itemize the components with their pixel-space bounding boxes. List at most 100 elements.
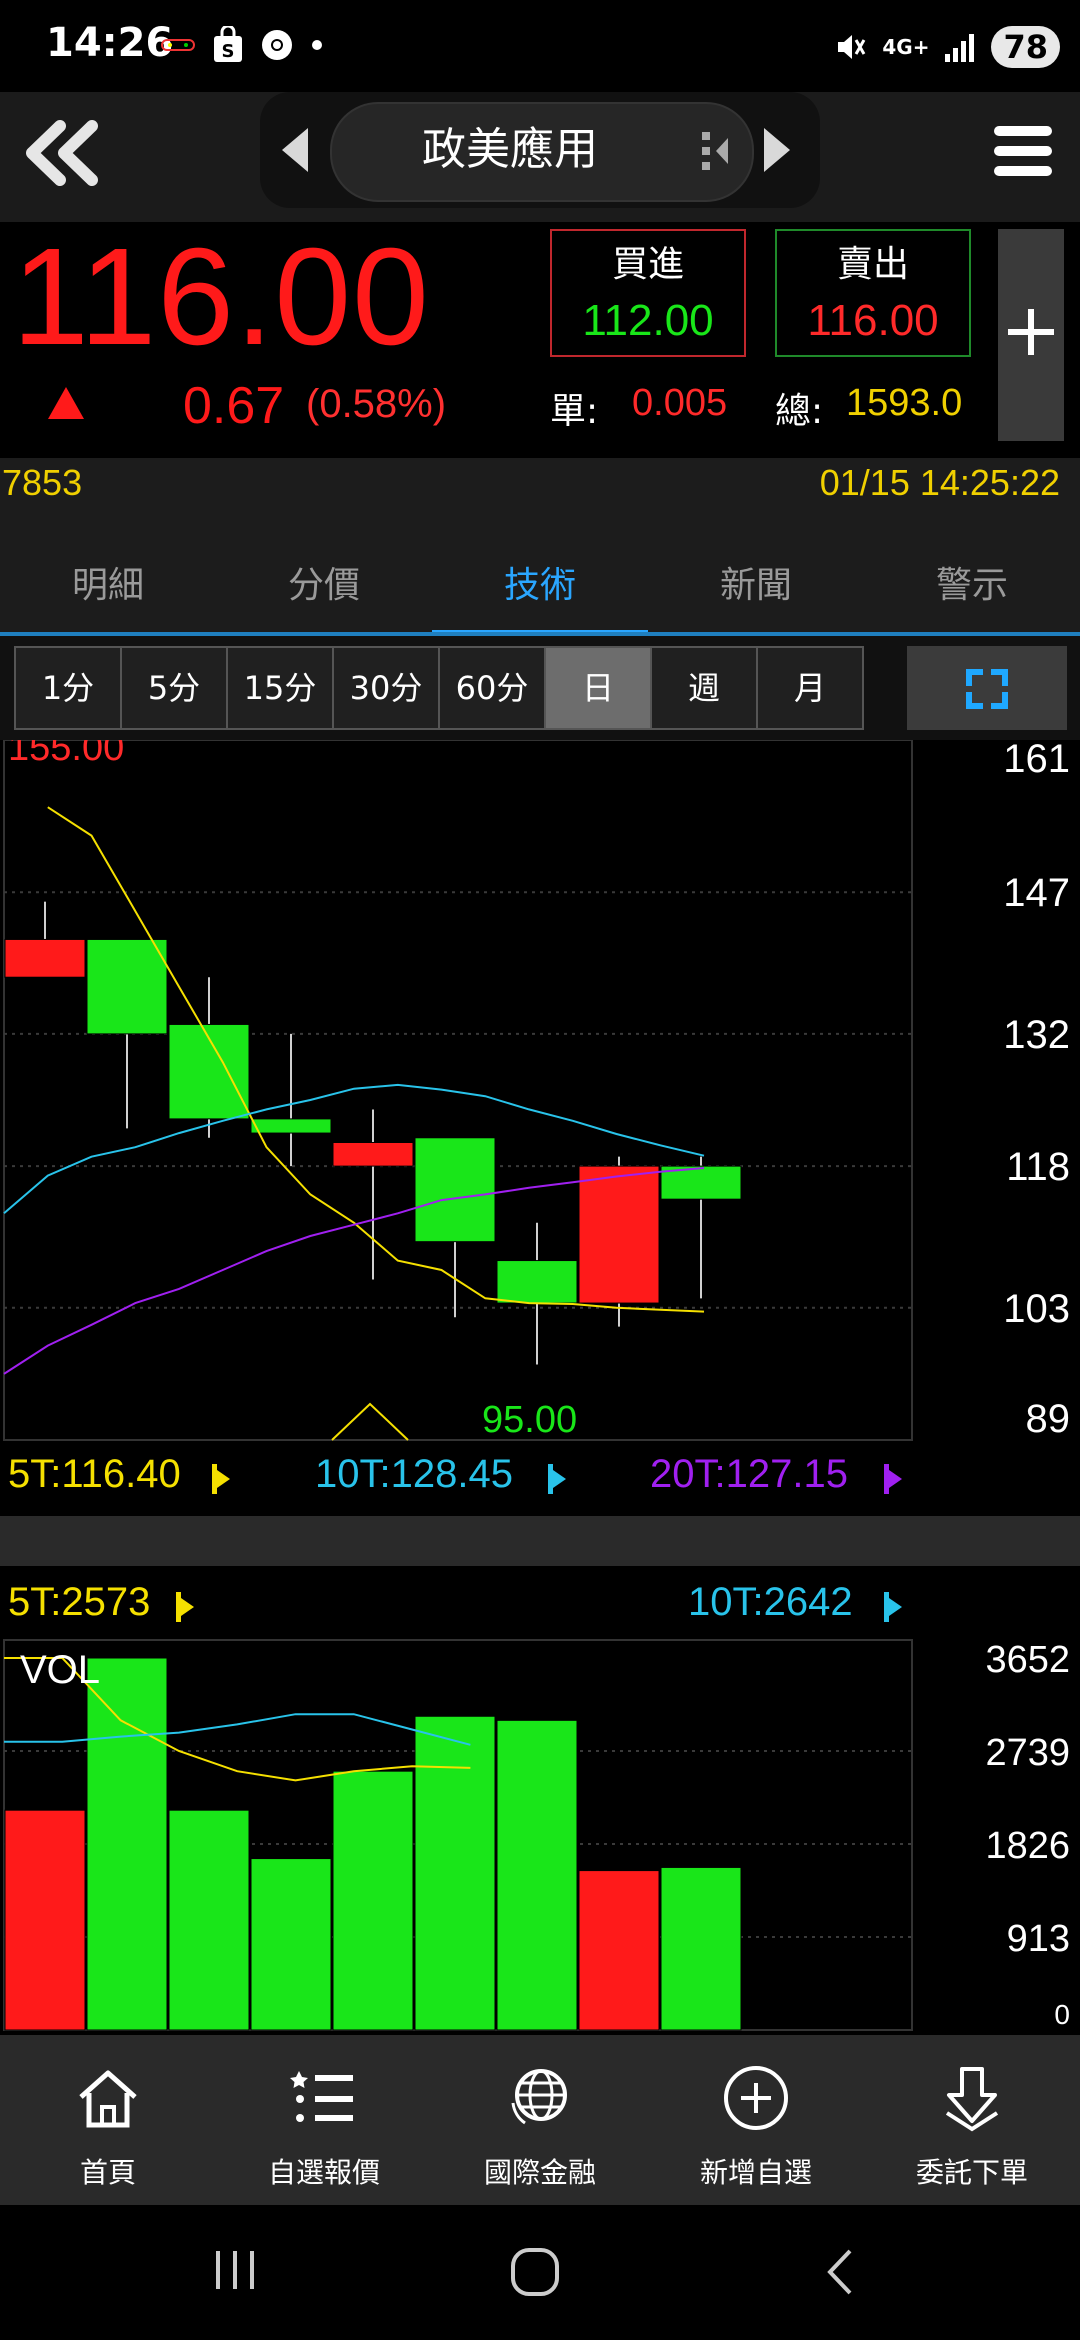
signal-icon: [945, 34, 975, 62]
candle-body: [4, 938, 86, 978]
volume-y-tick: 2739: [985, 1732, 1070, 1774]
period-week[interactable]: 週: [652, 648, 758, 728]
price-y-tick: 103: [1003, 1287, 1070, 1331]
triangle-left-icon: [282, 128, 308, 172]
sell-quote-box[interactable]: 賣出 116.00: [775, 229, 971, 357]
last-price: 116.00: [12, 220, 430, 374]
chart-low-label: 95.00: [482, 1399, 577, 1441]
tab-alerts[interactable]: 警示: [864, 518, 1080, 636]
vol-ma10-label: 10T:2642: [688, 1580, 853, 1624]
volume-label: VOL: [20, 1648, 101, 1692]
mute-icon: [838, 35, 866, 59]
prev-stock-button[interactable]: [278, 124, 312, 180]
double-chevron-left-icon: [26, 120, 98, 186]
volume-bar: [4, 1809, 86, 2031]
vol-ma5-arrow-icon: [176, 1592, 194, 1622]
buy-quote-box[interactable]: 買進 112.00: [550, 229, 746, 357]
volume-bar: [578, 1870, 660, 2031]
network-label: 4G+: [882, 35, 930, 59]
volume-bar: [414, 1715, 496, 2031]
candle-body: [496, 1260, 578, 1304]
nav-watchlist-label: 自選報價: [267, 2156, 380, 2189]
price-y-tick: 161: [1003, 740, 1070, 781]
nav-place-order-label: 委託下單: [915, 2156, 1028, 2189]
ma20-label: 20T:127.15: [650, 1452, 848, 1496]
price-grid: [3, 740, 913, 1441]
grip-icon: [700, 128, 730, 178]
period-30min[interactable]: 30分: [334, 648, 440, 728]
price-y-tick: 89: [1026, 1397, 1071, 1441]
volume-ma-line-10T: [4, 1713, 471, 1746]
period-1min[interactable]: 1分: [16, 648, 122, 728]
volume-bar: [496, 1719, 578, 2031]
chart-high-label: 155.00: [8, 740, 124, 769]
period-5min[interactable]: 5分: [122, 648, 228, 728]
candle-body: [86, 938, 168, 1035]
price-candles: [4, 901, 742, 1365]
period-60min[interactable]: 60分: [440, 648, 546, 728]
nav-place-order[interactable]: 委託下單: [864, 2035, 1080, 2205]
globe-icon: [511, 2069, 567, 2125]
sell-label: 賣出: [836, 244, 909, 285]
tab-price-distribution[interactable]: 分價: [216, 518, 432, 636]
price-y-tick: 118: [1006, 1145, 1070, 1189]
period-day[interactable]: 日: [546, 648, 652, 728]
fullscreen-icon: [966, 669, 1008, 709]
period-15min[interactable]: 15分: [228, 648, 334, 728]
download-order-icon: [945, 2067, 999, 2132]
back-button[interactable]: [10, 108, 106, 198]
volume-bar: [168, 1809, 250, 2031]
hamburger-menu-icon: [994, 126, 1052, 176]
price-y-tick: 132: [1003, 1013, 1070, 1057]
battery-indicator: 78: [991, 26, 1060, 68]
chart-separator: [0, 1516, 1080, 1566]
home-circle-icon[interactable]: [508, 2245, 562, 2299]
next-stock-button[interactable]: [760, 124, 794, 180]
tab-details[interactable]: 明細: [0, 518, 216, 636]
back-icon[interactable]: [820, 2245, 860, 2299]
tab-bar: 明細 分價 技術 新聞 警示: [0, 518, 1080, 636]
volume-bar: [250, 1858, 332, 2031]
nav-global-finance[interactable]: 國際金融: [432, 2035, 648, 2205]
total-value: 1593.0: [846, 382, 963, 424]
system-nav-bar: [0, 2205, 1080, 2340]
price-change: 0.67: [183, 377, 285, 435]
price-y-tick: 147: [1003, 871, 1070, 915]
volume-bar: [660, 1866, 742, 2031]
ma5-label: 5T:116.40: [8, 1452, 181, 1496]
tab-technical[interactable]: 技術: [432, 518, 648, 636]
triangle-right-icon: [764, 128, 790, 172]
stock-title[interactable]: 政美應用: [330, 102, 690, 198]
quote-datetime: 01/15 14:25:22: [819, 462, 1060, 503]
volume-y-axis: 3652 2739 1826 913 0: [985, 1639, 1070, 2030]
game-icon: [161, 39, 195, 51]
candle-body: [332, 1142, 414, 1167]
price-chart[interactable]: 161 147 132 118 103 89 3652 2739 1826 913 0 155.0…: [0, 740, 1080, 2035]
plus-icon: [1008, 309, 1054, 355]
status-right-icons: 4G+ 78: [834, 24, 1060, 70]
recent-apps-icon[interactable]: [210, 2245, 260, 2295]
total-label: 總:: [775, 391, 824, 432]
period-selector: 1分 5分 15分 30分 60分 日 週 月: [14, 646, 864, 730]
nav-add-watch[interactable]: 新增自選: [648, 2035, 864, 2205]
vol-ma10-arrow-icon: [884, 1592, 902, 1622]
nav-global-finance-label: 國際金融: [483, 2156, 596, 2189]
home-icon: [79, 2070, 137, 2128]
stock-code: 7853: [2, 462, 83, 503]
nav-home[interactable]: 首頁: [0, 2035, 216, 2205]
price-change-percent: (0.58%): [306, 382, 447, 426]
status-left-icons: S: [160, 22, 324, 68]
fullscreen-button[interactable]: [907, 646, 1067, 730]
nav-home-label: 首頁: [79, 2156, 136, 2189]
period-month[interactable]: 月: [758, 648, 862, 728]
list-icon: [290, 2071, 353, 2122]
ma20-arrow-icon: [884, 1464, 902, 1494]
nav-watchlist[interactable]: 自選報價: [216, 2035, 432, 2205]
unit-value: 0.005: [632, 382, 728, 424]
price-y-axis: 161 147 132 118 103 89: [1003, 740, 1070, 1441]
add-circle-icon: [724, 2066, 788, 2130]
buy-label: 買進: [611, 244, 684, 285]
menu-button[interactable]: [990, 118, 1056, 184]
tab-news[interactable]: 新聞: [648, 518, 864, 636]
add-watchlist-button[interactable]: [998, 229, 1064, 441]
